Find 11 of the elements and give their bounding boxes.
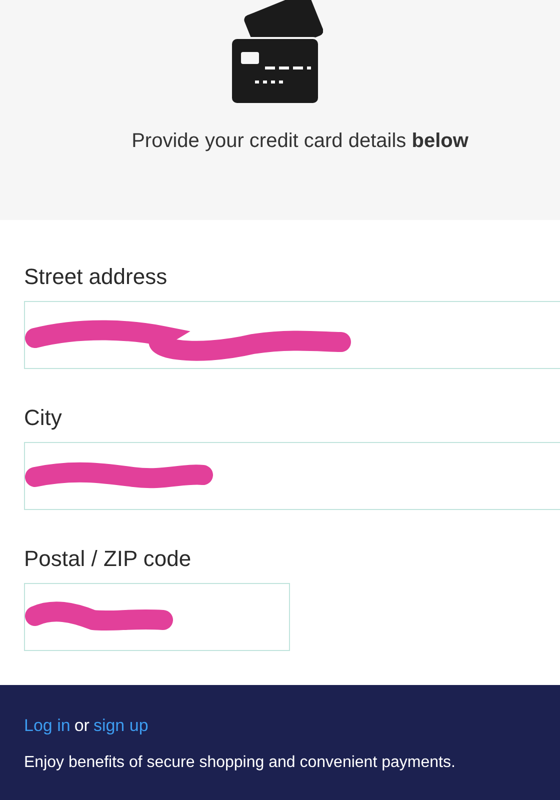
- input-field[interactable]: [24, 442, 560, 510]
- signup-link[interactable]: sign up: [93, 713, 148, 738]
- benefits-text: Enjoy benefits of secure shopping and convenient payments.: [24, 752, 456, 772]
- or-text: or: [74, 715, 90, 737]
- input-field[interactable]: [24, 583, 290, 651]
- field-label: Street address: [24, 263, 168, 291]
- input-field[interactable]: [24, 301, 560, 369]
- field-label: City: [24, 404, 63, 432]
- field-label: Postal / ZIP code: [24, 545, 192, 573]
- instruction-text: Provide your credit card details below: [132, 129, 468, 154]
- login-link[interactable]: Log in: [24, 713, 70, 738]
